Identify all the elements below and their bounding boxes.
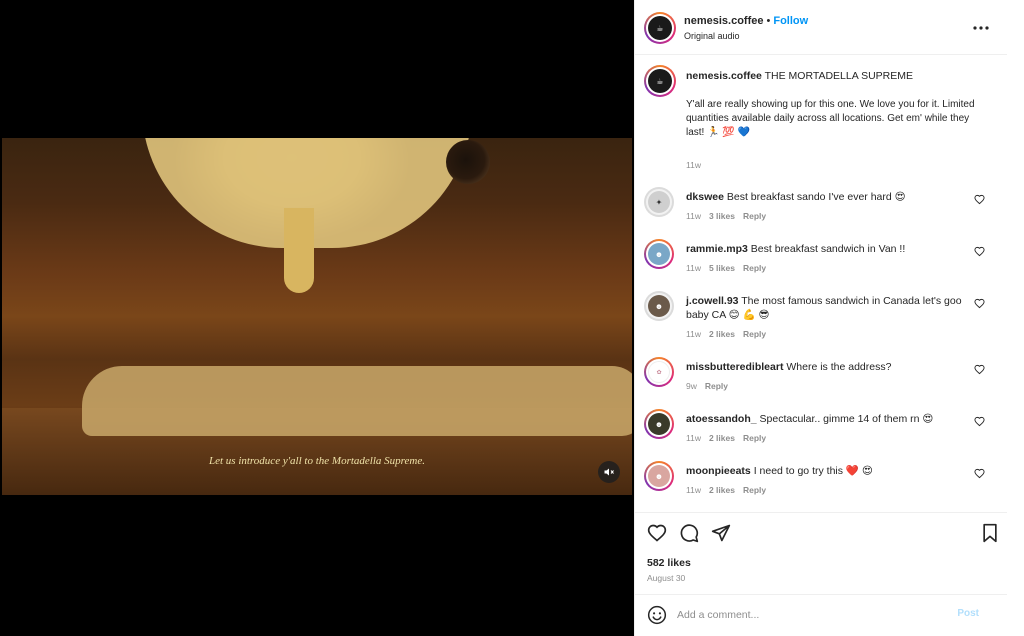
comment-text: missbutteredibleart Where is the address… (686, 360, 976, 374)
comment-text: rammie.mp3 Best breakfast sandwich in Va… (686, 242, 976, 256)
avatar[interactable]: ✦ (644, 187, 674, 217)
comment-time: 11w (686, 485, 701, 495)
comment-meta: 11w 5 likes Reply (686, 263, 774, 273)
video-player[interactable]: Let us introduce y'all to the Mortadella… (0, 0, 634, 636)
post-comment-button[interactable]: Post (957, 608, 979, 619)
comment-meta: 11w 3 likes Reply (686, 211, 774, 221)
heart-icon[interactable] (974, 194, 985, 205)
comment-likes[interactable]: 2 likes (709, 329, 735, 339)
post-date: August 30 (647, 573, 686, 583)
post-actions: 582 likes August 30 (635, 512, 1007, 592)
comment-meta: 11w 2 likes Reply (686, 433, 774, 443)
video-frame[interactable] (2, 138, 632, 495)
heart-icon[interactable] (974, 246, 985, 257)
follow-button[interactable]: Follow (773, 15, 808, 27)
comment-meta: 9w Reply (686, 381, 736, 391)
comment-meta: 11w 2 likes Reply (686, 485, 774, 495)
caption-time: 11w (686, 160, 701, 170)
comment-likes[interactable]: 5 likes (709, 263, 735, 273)
reply-button[interactable]: Reply (705, 381, 728, 391)
volume-muted-icon (604, 468, 614, 476)
comment-text: atoessandoh_ Spectacular.. gimme 14 of t… (686, 412, 976, 426)
comment-item: ☻ rammie.mp3 Best breakfast sandwich in … (635, 239, 1007, 291)
comment-body: Best breakfast sando I've ever hard 😍 (726, 191, 906, 203)
avatar[interactable]: ☕ (644, 12, 676, 44)
comment-text: j.cowell.93 The most famous sandwich in … (686, 294, 976, 322)
comment-username[interactable]: moonpieeats (686, 465, 751, 477)
avatar[interactable]: ☻ (644, 461, 674, 491)
more-options-icon[interactable] (973, 17, 989, 33)
caption-body: Y'all are really showing up for this one… (686, 99, 975, 138)
video-caption: Let us introduce y'all to the Mortadella… (208, 455, 425, 467)
reply-button[interactable]: Reply (743, 329, 766, 339)
video-scene-cheese (82, 366, 632, 436)
emoji-icon[interactable] (647, 605, 667, 625)
caption-header: nemesis.coffee THE MORTADELLA SUPREME (686, 70, 913, 82)
post-header: ☕ nemesis.coffee • Follow Original audio (635, 0, 1007, 55)
comment-body: Best breakfast sandwich in Van !! (750, 243, 906, 255)
comment-item: ✦ dkswee Best breakfast sando I've ever … (635, 187, 1007, 239)
comment-item: ☻ moonpieeats I need to go try this ❤️ 😍… (635, 461, 1007, 512)
mute-button[interactable] (598, 461, 620, 483)
post-author: nemesis.coffee • Follow (684, 15, 808, 27)
comment-body: I need to go try this ❤️ 😍 (753, 465, 873, 477)
comment-bubble-icon[interactable] (679, 523, 699, 543)
bookmark-icon[interactable] (981, 523, 999, 543)
like-heart-icon[interactable] (647, 523, 667, 543)
comment-username[interactable]: rammie.mp3 (686, 243, 748, 255)
heart-icon[interactable] (974, 468, 985, 479)
comment-item: ☻ atoessandoh_ Spectacular.. gimme 14 of… (635, 409, 1007, 461)
avatar[interactable]: ☕ (644, 65, 676, 97)
reply-button[interactable]: Reply (743, 263, 766, 273)
heart-icon[interactable] (974, 416, 985, 427)
heart-icon[interactable] (974, 298, 985, 309)
like-count[interactable]: 582 likes (647, 557, 691, 569)
comment-likes[interactable]: 2 likes (709, 433, 735, 443)
comment-username[interactable]: dkswee (686, 191, 724, 203)
caption-title: THE MORTADELLA SUPREME (764, 70, 914, 82)
comment-text: moonpieeats I need to go try this ❤️ 😍 (686, 464, 976, 478)
header-separator: • (766, 15, 771, 27)
comment-body: Where is the address? (786, 361, 892, 373)
comment-meta: 11w 2 likes Reply (686, 329, 774, 339)
comment-time: 11w (686, 263, 701, 273)
comment-username[interactable]: j.cowell.93 (686, 295, 739, 307)
reply-button[interactable]: Reply (743, 211, 766, 221)
heart-icon[interactable] (974, 364, 985, 375)
comment-likes[interactable]: 2 likes (709, 485, 735, 495)
comment-text: dkswee Best breakfast sando I've ever ha… (686, 190, 976, 204)
video-scene-drip (284, 208, 314, 293)
avatar[interactable]: ☻ (644, 239, 674, 269)
comment-likes[interactable]: 3 likes (709, 211, 735, 221)
audio-label[interactable]: Original audio (684, 31, 740, 41)
avatar[interactable]: ☻ (644, 291, 674, 321)
share-paper-plane-icon[interactable] (711, 523, 731, 543)
comment-username[interactable]: missbutteredibleart (686, 361, 783, 373)
comment-composer: Post (635, 594, 1007, 636)
author-username[interactable]: nemesis.coffee (684, 15, 763, 27)
avatar[interactable]: ☻ (644, 409, 674, 439)
comment-item: ✿ missbutteredibleart Where is the addre… (635, 357, 1007, 409)
comment-time: 9w (686, 381, 697, 391)
comment-input[interactable] (677, 606, 947, 624)
avatar[interactable]: ✿ (644, 357, 674, 387)
comment-time: 11w (686, 329, 701, 339)
post-side-panel: ☕ nemesis.coffee • Follow Original audio ☕… (634, 0, 1024, 636)
caption-username[interactable]: nemesis.coffee (686, 70, 762, 82)
reply-button[interactable]: Reply (743, 433, 766, 443)
comment-username[interactable]: atoessandoh_ (686, 413, 757, 425)
comment-time: 11w (686, 433, 701, 443)
comment-body: Spectacular.. gimme 14 of them rn 😍 (759, 413, 934, 425)
comment-item: ☻ j.cowell.93 The most famous sandwich i… (635, 291, 1007, 357)
video-scene-olive (446, 140, 490, 184)
comments-list[interactable]: ☕ nemesis.coffee THE MORTADELLA SUPREME … (635, 55, 1007, 512)
comment-time: 11w (686, 211, 701, 221)
reply-button[interactable]: Reply (743, 485, 766, 495)
